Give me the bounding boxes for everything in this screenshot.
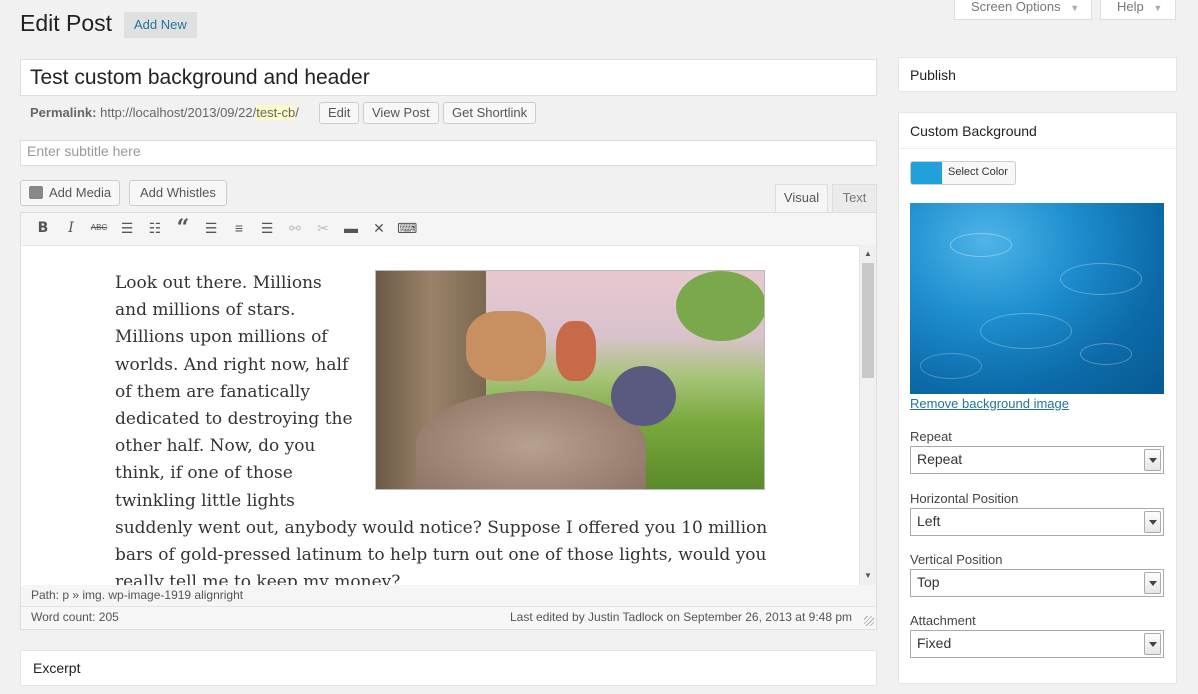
align-left-icon[interactable]: ☰ (201, 218, 221, 238)
background-image-preview (910, 203, 1164, 394)
repeat-label: Repeat (910, 429, 952, 444)
post-title-input[interactable]: Test custom background and header (20, 59, 877, 96)
publish-panel[interactable]: Publish (898, 57, 1177, 92)
strikethrough-icon[interactable]: ABC (89, 218, 109, 238)
add-whistles-button[interactable]: Add Whistles (129, 180, 227, 206)
vertical-position-select[interactable]: Top (910, 569, 1164, 597)
align-right-icon[interactable]: ☰ (257, 218, 277, 238)
edit-permalink-button[interactable]: Edit (319, 102, 360, 124)
content-line: think, if one of those (115, 463, 293, 484)
permalink-row: Permalink: http://localhost/2013/09/22/t… (30, 105, 299, 120)
screen-options-label: Screen Options (971, 0, 1061, 14)
repeat-select[interactable]: Repeat (910, 446, 1164, 474)
chevron-down-icon (1144, 633, 1161, 655)
chevron-down-icon (1144, 572, 1161, 594)
scroll-down-icon[interactable]: ▼ (864, 571, 872, 580)
editor-path: Path: p » img. wp-image-1919 alignright (31, 588, 244, 602)
more-tag-icon[interactable]: ▬ (341, 218, 361, 238)
italic-icon[interactable]: I (61, 218, 81, 238)
media-icon (29, 186, 43, 199)
chevron-down-icon (1144, 449, 1161, 471)
excerpt-title: Excerpt (33, 660, 81, 676)
content-line: worlds. And right now, half (115, 354, 349, 375)
vertical-position-value: Top (917, 574, 940, 590)
content-line: Look out there. Millions (115, 273, 322, 293)
help-tab[interactable]: Help ▼ (1100, 0, 1176, 20)
remove-background-link[interactable]: Remove background image (910, 396, 1069, 411)
help-label: Help (1117, 0, 1144, 14)
last-edited: Last edited by Justin Tadlock on Septemb… (510, 610, 852, 624)
view-post-button[interactable]: View Post (363, 102, 439, 124)
permalink-label: Permalink: (30, 105, 97, 120)
resize-handle-icon[interactable] (864, 616, 874, 626)
color-swatch (911, 162, 942, 184)
page-title: Edit Post (20, 10, 113, 36)
excerpt-panel[interactable]: Excerpt (20, 650, 877, 686)
blockquote-icon[interactable]: “ (173, 217, 193, 239)
word-count: Word count: 205 (31, 610, 119, 624)
select-color-button[interactable]: Select Color (910, 161, 1016, 185)
content-line: other half. Now, do you (115, 436, 316, 457)
tab-text[interactable]: Text (832, 184, 877, 212)
content-line: really tell me to keep my money? (115, 572, 401, 585)
publish-title: Publish (910, 67, 956, 83)
horizontal-position-label: Horizontal Position (910, 491, 1019, 506)
select-color-label: Select Color (948, 166, 1008, 178)
kitchen-sink-icon[interactable]: ⌨ (397, 218, 417, 238)
horizontal-position-value: Left (917, 513, 941, 529)
scrollbar-thumb[interactable] (862, 263, 874, 378)
numbered-list-icon[interactable]: ☷ (145, 218, 165, 238)
fullscreen-icon[interactable]: ✕ (369, 218, 389, 238)
permalink-slug[interactable]: test-cb (256, 105, 296, 120)
align-center-icon[interactable]: ≡ (229, 218, 249, 238)
tab-visual[interactable]: Visual (775, 184, 828, 213)
bold-icon[interactable]: B (33, 218, 53, 238)
content-line: of them are fanatically (115, 381, 310, 402)
chevron-down-icon: ▼ (1070, 3, 1080, 13)
bullet-list-icon[interactable]: ☰ (117, 218, 137, 238)
subtitle-placeholder: Enter subtitle here (27, 143, 141, 159)
content-line: bars of gold-pressed latinum to help tur… (115, 545, 767, 566)
attachment-select[interactable]: Fixed (910, 630, 1164, 658)
post-title-text: Test custom background and header (30, 66, 370, 89)
custom-background-title: Custom Background (910, 123, 1037, 139)
editor-body[interactable]: Look out there. Millions and millions of … (21, 245, 859, 585)
add-new-button[interactable]: Add New (124, 12, 197, 38)
horizontal-position-select[interactable]: Left (910, 508, 1164, 536)
content-line: twinkling little lights (115, 490, 295, 511)
content-line: Millions upon millions of (115, 327, 328, 348)
editor-scrollbar[interactable]: ▲ ▼ (859, 245, 876, 585)
content-line: dedicated to destroying the (115, 409, 353, 430)
add-media-button[interactable]: Add Media (20, 180, 121, 206)
attachment-value: Fixed (917, 635, 952, 651)
permalink-base: http://localhost/2013/09/22/ (100, 105, 257, 120)
subtitle-input[interactable]: Enter subtitle here (20, 140, 877, 166)
content-line: suddenly went out, anybody would notice?… (115, 517, 768, 538)
attachment-label: Attachment (910, 613, 976, 628)
chevron-down-icon (1144, 511, 1161, 533)
get-shortlink-button[interactable]: Get Shortlink (443, 102, 537, 124)
chevron-down-icon: ▼ (1153, 3, 1163, 13)
content-line: and millions of stars. (115, 300, 296, 321)
add-media-label: Add Media (49, 185, 112, 200)
repeat-value: Repeat (917, 451, 963, 467)
vertical-position-label: Vertical Position (910, 552, 1003, 567)
unlink-icon[interactable]: ✂ (313, 218, 333, 238)
screen-options-tab[interactable]: Screen Options ▼ (954, 0, 1092, 20)
post-content: Look out there. Millions and millions of … (115, 270, 767, 585)
scroll-up-icon[interactable]: ▲ (864, 249, 872, 258)
link-icon[interactable]: ⚯ (285, 218, 305, 238)
permalink-tail: / (295, 105, 299, 120)
